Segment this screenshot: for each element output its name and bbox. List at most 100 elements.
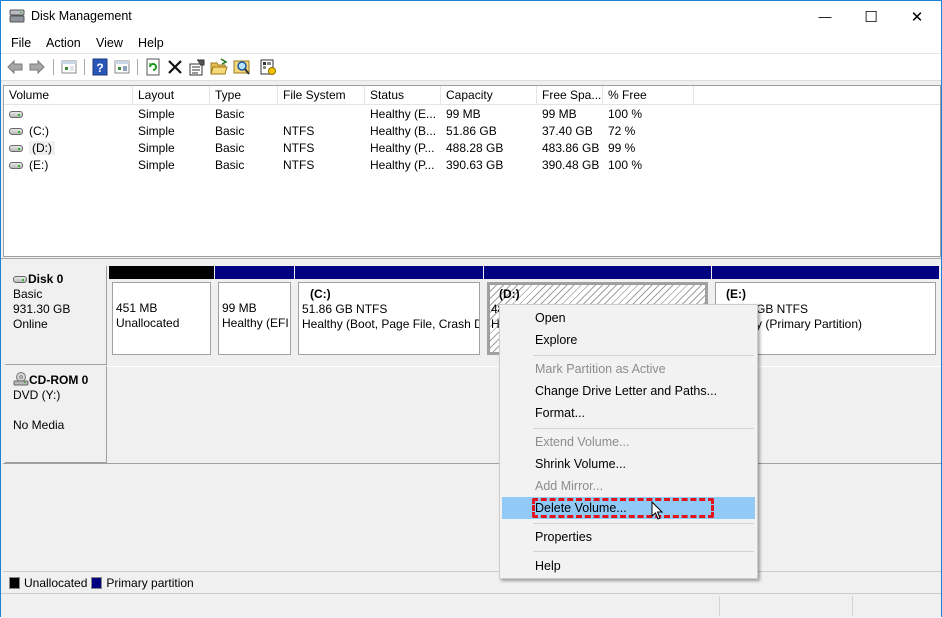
maximize-button[interactable]: ☐ xyxy=(848,1,894,32)
partition-size: 451 MB xyxy=(116,301,158,315)
forward-icon[interactable] xyxy=(28,58,46,76)
volume-pct-cell: 100 % xyxy=(608,107,643,121)
column-status[interactable]: Status xyxy=(365,86,441,105)
column-capacity[interactable]: Capacity xyxy=(441,86,537,105)
menu-separator xyxy=(533,355,754,356)
volume-capacity-cell: 99 MB xyxy=(446,107,481,121)
menu-file[interactable]: File xyxy=(11,36,31,50)
menu-help[interactable]: Help xyxy=(138,36,164,50)
volume-free-cell: 483.86 GB xyxy=(542,141,600,155)
delete-icon[interactable] xyxy=(166,58,184,76)
menu-item-explore[interactable]: Explore xyxy=(502,329,755,351)
title-bar: Disk Management — ☐ ✕ xyxy=(1,1,941,32)
status-separator xyxy=(719,596,720,616)
volume-fs-cell: NTFS xyxy=(283,158,315,172)
volume-type-cell: Basic xyxy=(215,141,245,155)
cdrom-0-type: DVD (Y:) xyxy=(13,388,61,402)
help-icon[interactable]: ? xyxy=(91,58,109,76)
volume-status-cell: Healthy (P... xyxy=(370,141,435,155)
volume-capacity-cell: 488.28 GB xyxy=(446,141,504,155)
status-bar xyxy=(1,593,941,618)
menu-item-change-drive-letter[interactable]: Change Drive Letter and Paths... xyxy=(502,380,755,402)
partition-unallocated[interactable]: 451 MB Unallocated xyxy=(109,266,214,358)
legend-primary-partition: Primary partition xyxy=(106,575,194,590)
minimize-icon: — xyxy=(818,9,832,24)
menu-bar: File Action View Help xyxy=(1,32,941,54)
partition-c[interactable]: (C:) 51.86 GB NTFS Healthy (Boot, Page F… xyxy=(295,266,483,358)
volume-capacity-cell: 51.86 GB xyxy=(446,124,497,138)
menu-item-format[interactable]: Format... xyxy=(502,402,755,424)
explore-icon[interactable] xyxy=(233,58,251,76)
volume-row[interactable]: Simple Basic Healthy (E... 99 MB 99 MB 100 % xyxy=(4,106,940,123)
column-free-space[interactable]: Free Spa... xyxy=(537,86,603,105)
volume-pct-cell: 72 % xyxy=(608,124,636,138)
menu-item-mark-partition-active: Mark Partition as Active xyxy=(535,362,666,376)
unallocated-swatch xyxy=(9,576,20,589)
primary-partition-bar xyxy=(295,266,483,279)
volume-status-cell: Healthy (P... xyxy=(370,158,435,172)
menu-item-help[interactable]: Help xyxy=(502,555,755,577)
volume-drive-icon xyxy=(9,111,23,119)
menu-separator xyxy=(533,551,754,552)
show-hide-console-tree-icon[interactable] xyxy=(60,58,78,76)
column-filler xyxy=(694,86,940,105)
volume-layout-cell: Simple xyxy=(138,107,175,121)
maximize-icon: ☐ xyxy=(864,8,878,26)
volume-type-cell: Basic xyxy=(215,158,245,172)
primary-partition-swatch xyxy=(91,576,103,589)
close-button[interactable]: ✕ xyxy=(894,1,940,32)
highlight-annotation xyxy=(532,498,714,518)
partition-status: Unallocated xyxy=(116,316,180,330)
column-file-system[interactable]: File System xyxy=(278,86,365,105)
refresh-icon[interactable] xyxy=(144,58,162,76)
menu-view[interactable]: View xyxy=(96,36,123,50)
unallocated-bar xyxy=(109,266,214,279)
volume-status-cell: Healthy (B... xyxy=(370,124,437,138)
svg-text:?: ? xyxy=(96,61,103,75)
volume-layout-cell: Simple xyxy=(138,158,175,172)
open-icon[interactable] xyxy=(210,58,228,76)
volume-row[interactable]: (C:) Simple Basic NTFS Healthy (B... 51.86 GB… xyxy=(4,123,940,140)
menu-item-shrink-volume[interactable]: Shrink Volume... xyxy=(502,453,755,475)
disk-0-label[interactable]: Disk 0 Basic 931.30 GB Online xyxy=(5,266,107,365)
volume-layout-cell: Simple xyxy=(138,141,175,155)
menu-action[interactable]: Action xyxy=(46,36,81,50)
disk-graphical-view: Disk 0 Basic 931.30 GB Online 451 MB Una… xyxy=(3,263,941,593)
menu-item-delete-volume[interactable]: Delete Volume... xyxy=(502,497,755,519)
cdrom-0-state: No Media xyxy=(13,418,65,432)
menu-separator xyxy=(533,428,754,429)
volume-type-cell: Basic xyxy=(215,107,245,121)
disk-0-size: 931.30 GB xyxy=(13,302,71,316)
partition-label: (E:) xyxy=(726,287,746,301)
menu-item-add-mirror: Add Mirror... xyxy=(535,479,604,493)
menu-item-open[interactable]: Open xyxy=(502,307,755,329)
volume-list-header: Volume Layout Type File System Status Ca… xyxy=(4,86,940,105)
volume-name-cell: (D:) xyxy=(4,140,55,157)
volume-name: (D:) xyxy=(29,141,55,155)
column-volume[interactable]: Volume xyxy=(4,86,133,105)
volume-drive-icon xyxy=(9,128,23,136)
toolbar-separator xyxy=(53,59,54,75)
volume-name-cell: (C:) xyxy=(4,123,49,140)
menu-separator xyxy=(533,523,754,524)
hard-disk-icon xyxy=(13,276,27,284)
volume-name: (C:) xyxy=(29,124,49,138)
volume-row[interactable]: (D:) Simple Basic NTFS Healthy (P... 488.28 G… xyxy=(4,140,940,157)
minimize-button[interactable]: — xyxy=(802,1,848,32)
cdrom-0-label[interactable]: CD-ROM 0 DVD (Y:) No Media xyxy=(5,366,107,463)
column-percent-free[interactable]: % Free xyxy=(603,86,694,105)
toolbar: ? xyxy=(1,54,941,81)
settings-icon[interactable] xyxy=(259,58,277,76)
menu-item-properties[interactable]: Properties xyxy=(502,526,755,548)
properties-icon[interactable] xyxy=(188,58,206,76)
window-title: Disk Management xyxy=(31,9,132,23)
cdrom-icon xyxy=(13,372,29,386)
volume-fs-cell: NTFS xyxy=(283,124,315,138)
back-icon[interactable] xyxy=(6,58,24,76)
show-hide-action-pane-icon[interactable] xyxy=(113,58,131,76)
column-type[interactable]: Type xyxy=(210,86,278,105)
column-layout[interactable]: Layout xyxy=(133,86,210,105)
primary-partition-bar xyxy=(712,266,939,279)
volume-row[interactable]: (E:) Simple Basic NTFS Healthy (P... 390.63 G… xyxy=(4,157,940,174)
partition-efi[interactable]: 99 MB Healthy (EFI xyxy=(215,266,294,358)
